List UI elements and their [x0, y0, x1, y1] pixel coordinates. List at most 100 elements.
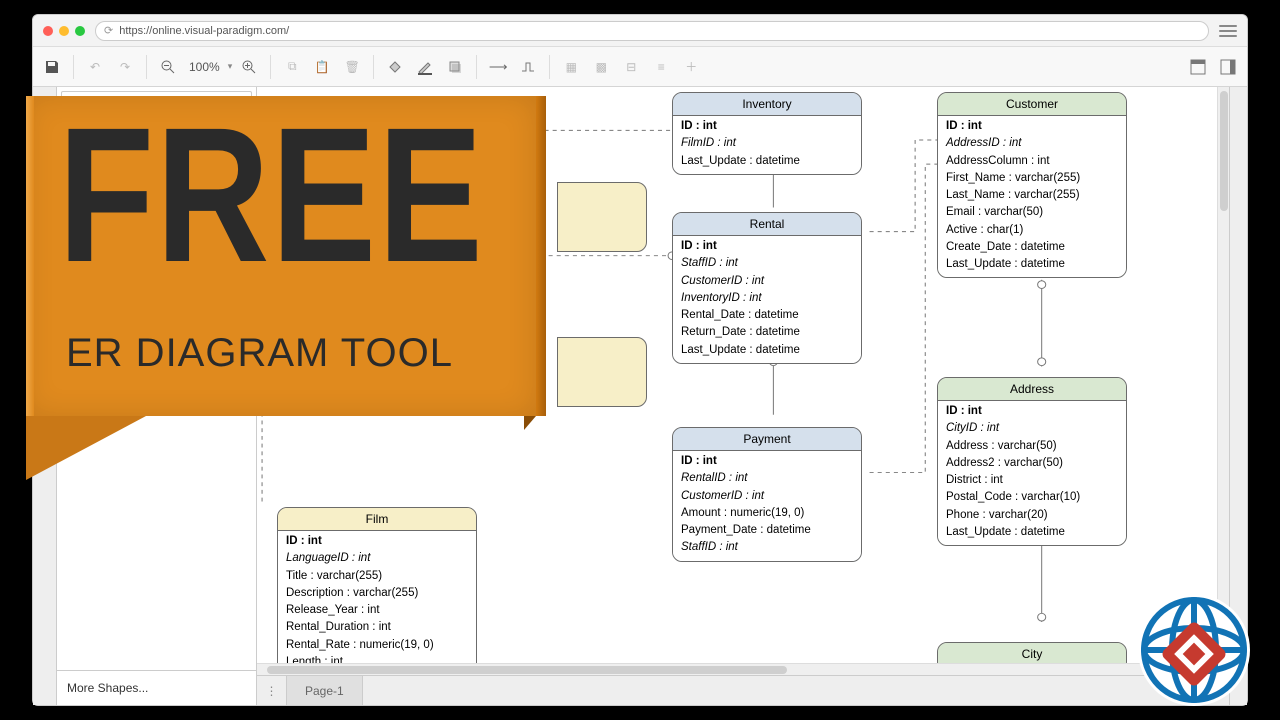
tab-menu-button[interactable]: ⋮ [257, 676, 287, 705]
entity-column: CityID : int [946, 420, 1118, 437]
shape-category[interactable]: ▾ Entity Relationship [57, 118, 256, 143]
maximize-dot-icon[interactable] [75, 26, 85, 36]
brand-logo-icon [1134, 590, 1254, 710]
entity-column: ID : int [681, 453, 853, 470]
entity-partial-2[interactable] [557, 337, 647, 407]
vertical-scrollbar[interactable] [1217, 87, 1229, 663]
add-button[interactable]: ＋ [678, 54, 704, 80]
shadow-button[interactable] [442, 54, 468, 80]
distribute-button[interactable]: ≡ [648, 54, 674, 80]
line-color-button[interactable] [412, 54, 438, 80]
url-text: https://online.visual-paradigm.com/ [119, 25, 289, 37]
entity-rental[interactable]: Rental ID : intStaffID : intCustomerID :… [672, 212, 862, 364]
connection-style-button[interactable]: ⟶ [485, 54, 511, 80]
entity-column: Address2 : varchar(50) [946, 455, 1118, 472]
entity-column: Description : varchar(255) [286, 585, 468, 602]
entity-film[interactable]: Film ID : intLanguageID : intTitle : var… [277, 507, 477, 675]
entity-column: Release_Year : int [286, 602, 468, 619]
entity-column: LanguageID : int [286, 550, 468, 567]
paste-button[interactable]: 📋 [309, 54, 335, 80]
page-tabs: ⋮ Page-1 [257, 675, 1229, 705]
entity-column: Last_Update : datetime [681, 342, 853, 359]
menu-icon[interactable] [1219, 22, 1237, 40]
more-shapes-button[interactable]: More Shapes... [57, 670, 256, 705]
entity-title: Film [278, 508, 476, 531]
entity-column: Last_Update : datetime [946, 256, 1118, 273]
collapsed-rail [33, 87, 57, 705]
main-toolbar: ↶ ↷ 100% ▾ ⧉ 📋 🗑 ⟶ ▦ ▩ ⊟ ≡ ＋ [33, 47, 1247, 87]
delete-button[interactable]: 🗑 [339, 54, 365, 80]
redo-button[interactable]: ↷ [112, 54, 138, 80]
entity-column: Rental_Date : datetime [681, 307, 853, 324]
entity-column: Active : char(1) [946, 222, 1118, 239]
entity-partial-1[interactable] [557, 182, 647, 252]
entity-inventory[interactable]: Inventory ID : intFilmID : intLast_Updat… [672, 92, 862, 175]
entity-column: StaffID : int [681, 255, 853, 272]
browser-chrome: ⟳ https://online.visual-paradigm.com/ [33, 15, 1247, 47]
entity-column: Last_Update : datetime [946, 524, 1118, 541]
entity-column: Rental_Duration : int [286, 619, 468, 636]
shape-panel: ▾ Entity Relationship More Shapes... [57, 87, 257, 705]
entity-column: First_Name : varchar(255) [946, 170, 1118, 187]
format-panel-button[interactable] [1185, 54, 1211, 80]
url-field[interactable]: ⟳ https://online.visual-paradigm.com/ [95, 21, 1209, 41]
entity-column: ID : int [681, 238, 853, 255]
window-controls [43, 26, 85, 36]
entity-address[interactable]: Address ID : intCityID : intAddress : va… [937, 377, 1127, 546]
entity-title: Inventory [673, 93, 861, 116]
chevron-down-icon: ▾ [65, 125, 70, 136]
entity-column: ID : int [286, 533, 468, 550]
zoom-out-button[interactable] [155, 54, 181, 80]
undo-button[interactable]: ↶ [82, 54, 108, 80]
entity-column: RentalID : int [681, 470, 853, 487]
tab-page-1[interactable]: Page-1 [287, 676, 363, 705]
to-back-button[interactable]: ▩ [588, 54, 614, 80]
app-window: ⟳ https://online.visual-paradigm.com/ ↶ … [32, 14, 1248, 706]
zoom-in-button[interactable] [236, 54, 262, 80]
fill-color-button[interactable] [382, 54, 408, 80]
entity-column: ID : int [946, 403, 1118, 420]
save-button[interactable] [39, 54, 65, 80]
align-button[interactable]: ⊟ [618, 54, 644, 80]
entity-column: Address : varchar(50) [946, 438, 1118, 455]
shape-entity-green[interactable] [65, 183, 105, 207]
entity-column: Amount : numeric(19, 0) [681, 505, 853, 522]
entity-column: AddressColumn : int [946, 153, 1118, 170]
copy-button[interactable]: ⧉ [279, 54, 305, 80]
entity-column: StaffID : int [681, 539, 853, 556]
shape-entity-yellow[interactable] [65, 151, 105, 175]
category-label: Entity Relationship [76, 124, 167, 136]
entity-column: Phone : varchar(20) [946, 507, 1118, 524]
entity-column: CustomerID : int [681, 273, 853, 290]
entity-column: Last_Update : datetime [681, 153, 853, 170]
zoom-level[interactable]: 100% [185, 60, 224, 74]
zoom-dropdown-icon[interactable]: ▾ [228, 61, 233, 72]
entity-column: Last_Name : varchar(255) [946, 187, 1118, 204]
entity-column: FilmID : int [681, 135, 853, 152]
diagram-canvas[interactable]: Inventory ID : intFilmID : intLast_Updat… [257, 87, 1229, 675]
entity-column: Postal_Code : varchar(10) [946, 489, 1118, 506]
entity-column: CustomerID : int [681, 488, 853, 505]
to-front-button[interactable]: ▦ [558, 54, 584, 80]
minimize-dot-icon[interactable] [59, 26, 69, 36]
entity-column: Email : varchar(50) [946, 204, 1118, 221]
entity-column: InventoryID : int [681, 290, 853, 307]
horizontal-scrollbar[interactable] [257, 663, 1229, 675]
entity-column: Payment_Date : datetime [681, 522, 853, 539]
entity-column: AddressID : int [946, 135, 1118, 152]
outline-panel-button[interactable] [1215, 54, 1241, 80]
entity-column: Rental_Rate : numeric(19, 0) [286, 637, 468, 654]
main-split: ▾ Entity Relationship More Shapes... [33, 87, 1247, 705]
entity-column: ID : int [681, 118, 853, 135]
close-dot-icon[interactable] [43, 26, 53, 36]
entity-column: Create_Date : datetime [946, 239, 1118, 256]
search-input[interactable] [61, 91, 252, 113]
entity-customer[interactable]: Customer ID : intAddressID : intAddressC… [937, 92, 1127, 278]
entity-title: Address [938, 378, 1126, 401]
entity-title: Customer [938, 93, 1126, 116]
waypoint-button[interactable] [515, 54, 541, 80]
entity-column: Title : varchar(255) [286, 568, 468, 585]
entity-payment[interactable]: Payment ID : intRentalID : intCustomerID… [672, 427, 862, 562]
canvas-area: Inventory ID : intFilmID : intLast_Updat… [257, 87, 1229, 705]
entity-title: Rental [673, 213, 861, 236]
